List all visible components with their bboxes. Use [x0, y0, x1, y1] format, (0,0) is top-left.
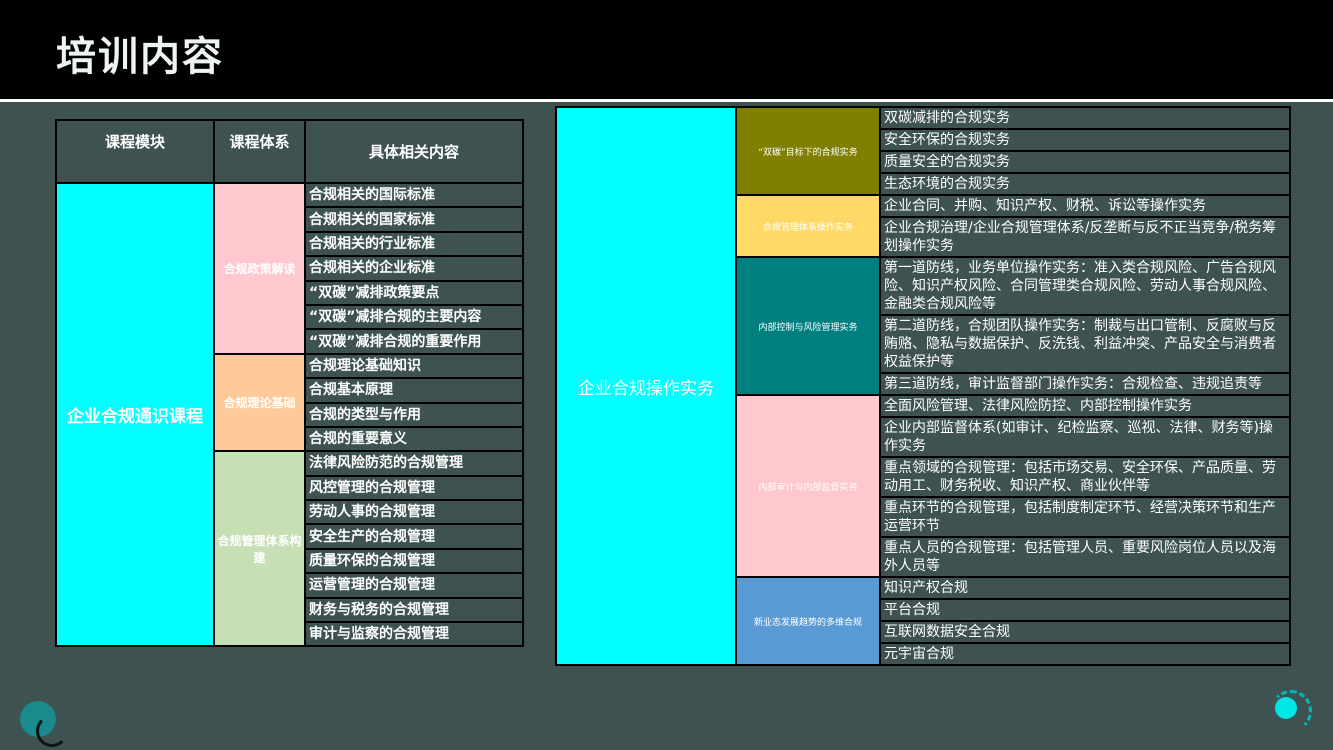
content-cell: 质量环保的合规管理 — [304, 547, 524, 575]
content-cell: 风控管理的合规管理 — [304, 474, 524, 502]
content-cell: 合规基本原理 — [304, 377, 524, 404]
content-cell: 合规的类型与作用 — [304, 401, 524, 428]
content-cell: 企业内部监督体系(如审计、纪检监察、巡视、法律、财务等)操作实务 — [879, 416, 1291, 458]
content-cell: 安全环保的合规实务 — [879, 128, 1291, 152]
content-cell: 互联网数据安全合规 — [879, 620, 1291, 644]
content-cell: 合规理论基础知识 — [304, 352, 524, 380]
content-cell: 财务与税务的合规管理 — [304, 596, 524, 624]
header-content: 具体相关内容 — [304, 119, 524, 184]
content-cell: 运营管理的合规管理 — [304, 572, 524, 599]
content-cell: 重点环节的合规管理，包括制度制定环节、经营决策环节和生产运营环节 — [879, 496, 1291, 538]
content-cell: 第二道防线，合规团队操作实务：制裁与出口管制、反腐败与反贿赂、隐私与数据保护、反… — [879, 314, 1291, 374]
module-cell: 企业合规操作实务 — [555, 106, 737, 666]
content-cell: “双碳”减排合规的重要作用 — [304, 328, 524, 355]
content-cell: 重点人员的合规管理：包括管理人员、重要风险岗位人员以及海外人员等 — [879, 536, 1291, 578]
system-cell: 内部审计与内部监督实务 — [735, 394, 881, 578]
content-cell: 企业合规治理/企业合规管理体系/反垄断与反不正当竞争/税务筹划操作实务 — [879, 216, 1291, 258]
content-cell: 第三道防线，审计监督部门操作实务：合规检查、违规追责等 — [879, 372, 1291, 396]
system-cell: 内部控制与风险管理实务 — [735, 256, 881, 396]
content-cell: 劳动人事的合规管理 — [304, 499, 524, 526]
content-cell: 质量安全的合规实务 — [879, 150, 1291, 174]
table-row: 企业合规通识课程 合规政策解读 合规相关的国际标准 — [55, 181, 524, 648]
system-cell: “双碳”目标下的合规实务 — [735, 106, 881, 196]
content-cell: 平台合规 — [879, 598, 1291, 622]
header-course-system: 课程体系 — [213, 119, 306, 184]
content-cell: 重点领域的合规管理：包括市场交易、安全环保、产品质量、劳动用工、财务税收、知识产… — [879, 456, 1291, 498]
content-cell: “双碳”减排政策要点 — [304, 279, 524, 306]
content-cell: 合规相关的行业标准 — [304, 230, 524, 258]
course-table-practice: 企业合规操作实务 “双碳”目标下的合规实务 双碳减排的合规实务 安全环保的合规实… — [555, 106, 1291, 666]
content-cell: 元宇宙合规 — [879, 642, 1291, 666]
table-row: 企业合规操作实务 “双碳”目标下的合规实务 双碳减排的合规实务 — [555, 106, 1291, 666]
content-cell: 安全生产的合规管理 — [304, 523, 524, 550]
header-course-module: 课程模块 — [55, 119, 215, 184]
decorative-dot-icon — [1275, 697, 1297, 719]
module-cell: 企业合规通识课程 — [55, 181, 215, 648]
content-cell: 合规的重要意义 — [304, 425, 524, 453]
content-cell: 双碳减排的合规实务 — [879, 106, 1291, 130]
system-cell: 合规管理体系构建 — [213, 450, 306, 648]
header-divider — [0, 99, 1333, 102]
content-cell: 全面风险管理、法律风险防控、内部控制操作实务 — [879, 394, 1291, 418]
system-cell: 合规管理体系操作实务 — [735, 194, 881, 258]
content-cell: 审计与监察的合规管理 — [304, 621, 524, 648]
page-title: 培训内容 — [56, 34, 224, 80]
content-cell: 合规相关的国际标准 — [304, 181, 524, 209]
system-cell: 合规理论基础 — [213, 352, 306, 453]
content-cell: 合规相关的国家标准 — [304, 206, 524, 233]
content-cell: 法律风险防范的合规管理 — [304, 450, 524, 477]
decorative-arc-icon — [36, 715, 68, 747]
content-cell: 生态环境的合规实务 — [879, 172, 1291, 196]
content-cell: 合规相关的企业标准 — [304, 255, 524, 282]
system-cell: 新业态发展趋势的多维合规 — [735, 576, 881, 666]
content-cell: 企业合同、并购、知识产权、财税、诉讼等操作实务 — [879, 194, 1291, 218]
content-cell: 第一道防线，业务单位操作实务：准入类合规风险、广告合规风险、知识产权风险、合同管… — [879, 256, 1291, 316]
content-cell: 知识产权合规 — [879, 576, 1291, 600]
content-cell: “双碳”减排合规的主要内容 — [304, 303, 524, 331]
course-table-general: 课程模块 课程体系 具体相关内容 企业合规通识课程 合规政策解读 合规相关的国际… — [55, 119, 524, 648]
system-cell: 合规政策解读 — [213, 182, 306, 355]
table-header-row: 课程模块 课程体系 具体相关内容 — [55, 119, 524, 184]
